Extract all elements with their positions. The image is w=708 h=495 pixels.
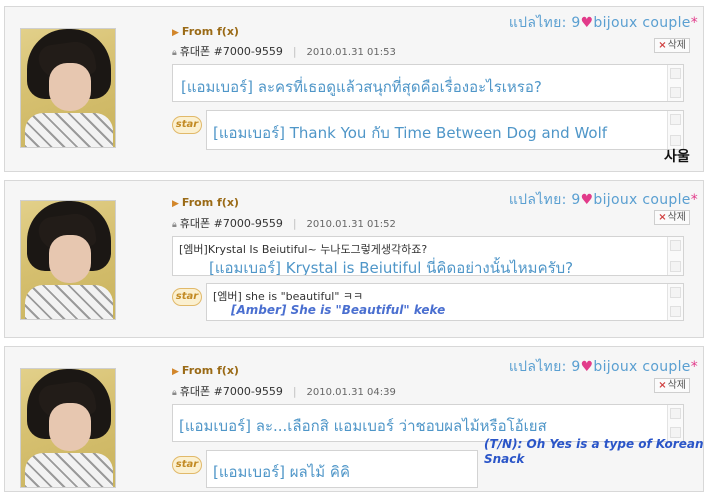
delete-button[interactable]: ×삭제 (654, 210, 690, 225)
delete-icon: × (658, 212, 667, 223)
from-label[interactable]: ▶ From f(x) (172, 196, 239, 209)
phone-number: 휴대폰 #7000-9559 (179, 45, 283, 58)
reply-box: [แอมเบอร์] ผลไม้ คิคิ (206, 450, 478, 488)
scrollbar[interactable] (667, 111, 683, 149)
star-badge: star (172, 116, 202, 134)
delete-icon: × (658, 40, 667, 51)
post-date: 2010.01.31 01:52 (306, 219, 396, 230)
from-label[interactable]: ▶ From f(x) (172, 364, 239, 377)
profile-photo (20, 28, 116, 148)
post-meta: 🔒︎ 휴대폰 #7000-9559 | 2010.01.31 01:53 (172, 45, 396, 58)
lock-icon: 🔒︎ (172, 220, 177, 230)
comment-box: [엠버]Krystal Is Beiutiful~ 누나도그렇게생각하죠? [แ… (172, 236, 684, 276)
lock-icon: 🔒︎ (172, 48, 177, 58)
scrollbar[interactable] (667, 284, 683, 320)
arrow-icon: ▶ (172, 28, 179, 38)
post-meta: 🔒︎ 휴대폰 #7000-9559 | 2010.01.31 01:52 (172, 217, 396, 230)
arrow-icon: ▶ (172, 199, 179, 209)
profile-photo (20, 368, 116, 488)
delete-button[interactable]: ×삭제 (654, 378, 690, 393)
reply-text: [Amber] She is "Beautiful" keke (231, 303, 446, 317)
heart-icon: ♥ (580, 192, 594, 208)
comment-original-text: [엠버]Krystal Is Beiutiful~ 누나도그렇게생각하죠? (179, 243, 428, 256)
comment-box: [แอมเบอร์] ละครที่เธอดูแล้วสนุกที่สุดคือ… (172, 64, 684, 102)
scrollbar[interactable] (667, 65, 683, 101)
phone-number: 휴대폰 #7000-9559 (179, 217, 283, 230)
translator-credit: แปลไทย: 9♥bijoux couple* (508, 359, 698, 375)
delete-button[interactable]: ×삭제 (654, 38, 690, 53)
reply-box: [แอมเบอร์] Thank You กับ Time Between Do… (206, 110, 684, 150)
reply-original-text: [엠버] she is "beautiful" ㅋㅋ (213, 290, 364, 303)
phone-number: 휴대폰 #7000-9559 (179, 385, 283, 398)
heart-icon: ♥ (580, 15, 594, 31)
comment-text: [แอมเบอร์] Krystal is Beiutiful นี่คิดอย… (209, 259, 574, 276)
signature: 사울 (664, 149, 690, 165)
reply-box: [엠버] she is "beautiful" ㅋㅋ [Amber] She i… (206, 283, 684, 321)
comment-text: [แอมเบอร์] ละครที่เธอดูแล้วสนุกที่สุดคือ… (181, 78, 542, 96)
translator-credit: แปลไทย: 9♥bijoux couple* (508, 192, 698, 208)
scrollbar[interactable] (667, 405, 683, 441)
reply-text: [แอมเบอร์] Thank You กับ Time Between Do… (213, 124, 608, 142)
post-date: 2010.01.31 04:39 (306, 387, 396, 398)
post-date: 2010.01.31 01:53 (306, 47, 396, 58)
reply-text: [แอมเบอร์] ผลไม้ คิคิ (213, 463, 350, 481)
star-badge: star (172, 288, 202, 306)
heart-icon: ♥ (580, 359, 594, 375)
delete-icon: × (658, 380, 667, 391)
translator-credit: แปลไทย: 9♥bijoux couple* (508, 15, 698, 31)
arrow-icon: ▶ (172, 367, 179, 377)
profile-photo (20, 200, 116, 320)
from-label[interactable]: ▶ From f(x) (172, 25, 239, 38)
scrollbar[interactable] (667, 237, 683, 275)
post-meta: 🔒︎ 휴대폰 #7000-9559 | 2010.01.31 04:39 (172, 385, 396, 398)
translator-note: (T/N): Oh Yes is a type of Korean Snack (484, 437, 704, 466)
lock-icon: 🔒︎ (172, 388, 177, 398)
comment-text: [แอมเบอร์] ละ...เลือกสิ แอมเบอร์ ว่าชอบผ… (179, 417, 547, 435)
star-badge: star (172, 456, 202, 474)
